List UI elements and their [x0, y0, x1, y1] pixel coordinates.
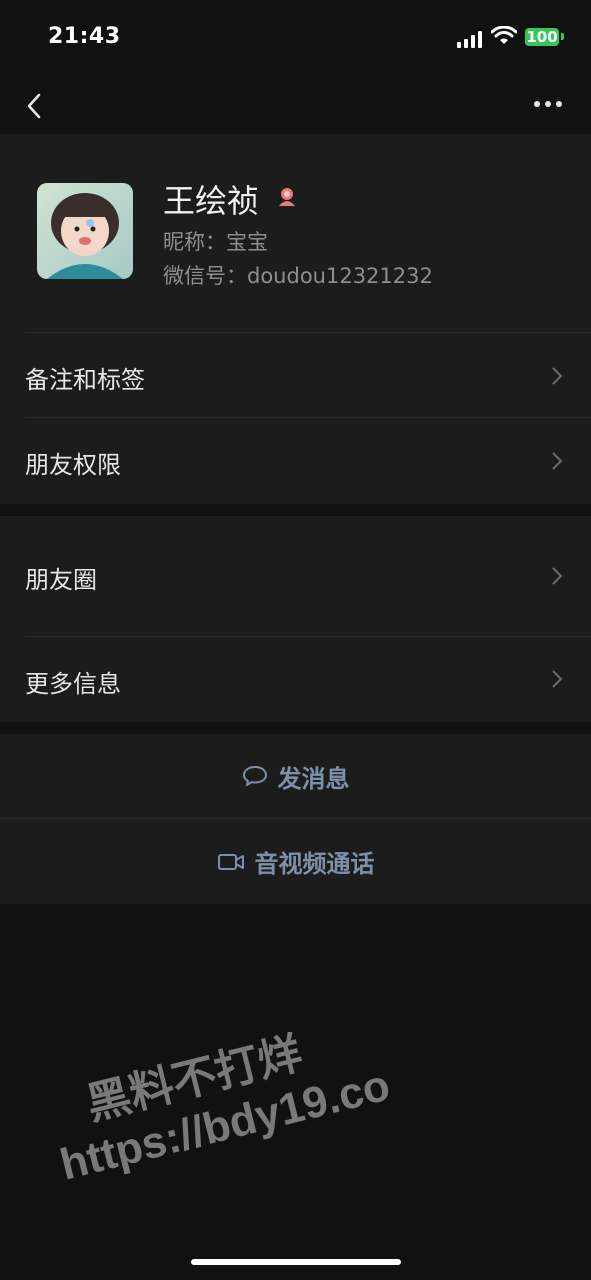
send-message-button[interactable]: 发消息 [0, 734, 591, 818]
home-indicator[interactable] [191, 1259, 401, 1265]
row-label: 朋友圈 [25, 566, 97, 594]
status-bar: 21:43 100 [0, 0, 591, 78]
battery-icon: 100 [525, 28, 559, 46]
profile-card: 王绘祯 昵称：宝宝 微信号：doudou12321232 [0, 134, 591, 332]
nav-bar [0, 78, 591, 134]
chevron-right-icon [552, 367, 563, 385]
female-icon [279, 188, 295, 206]
row-label: 备注和标签 [25, 366, 145, 394]
watermark: 黑料不打烊 https://bdy19.co [40, 998, 395, 1190]
chevron-right-icon [552, 452, 563, 470]
status-time: 21:43 [48, 24, 121, 49]
battery-tip [561, 33, 564, 40]
cellular-signal-icon [457, 30, 483, 48]
video-call-button[interactable]: 音视频通话 [0, 819, 591, 904]
wifi-icon [491, 26, 517, 44]
row-moments[interactable]: 朋友圈 [0, 516, 591, 636]
row-remark-tags[interactable]: 备注和标签 [0, 332, 591, 417]
nickname: 昵称：宝宝 [163, 230, 268, 254]
chevron-left-icon[interactable] [22, 90, 46, 122]
wechat-id: 微信号：doudou12321232 [163, 264, 433, 288]
chat-bubble-icon [242, 766, 267, 786]
settings-group-2: 朋友圈 更多信息 [0, 516, 591, 722]
avatar[interactable] [37, 183, 133, 279]
chevron-right-icon [552, 567, 563, 585]
row-label: 朋友权限 [25, 451, 121, 479]
video-call-label: 音视频通话 [254, 850, 375, 878]
chevron-right-icon [552, 670, 563, 688]
row-label: 更多信息 [25, 670, 121, 698]
actions-group: 发消息 音视频通话 [0, 734, 591, 904]
contact-name: 王绘祯 [163, 182, 260, 220]
send-message-label: 发消息 [277, 764, 350, 793]
row-more-info[interactable]: 更多信息 [0, 637, 591, 722]
video-camera-icon [217, 853, 244, 870]
more-icon[interactable] [532, 92, 564, 116]
row-friend-permissions[interactable]: 朋友权限 [0, 418, 591, 504]
settings-group-1: 备注和标签 朋友权限 [0, 332, 591, 504]
